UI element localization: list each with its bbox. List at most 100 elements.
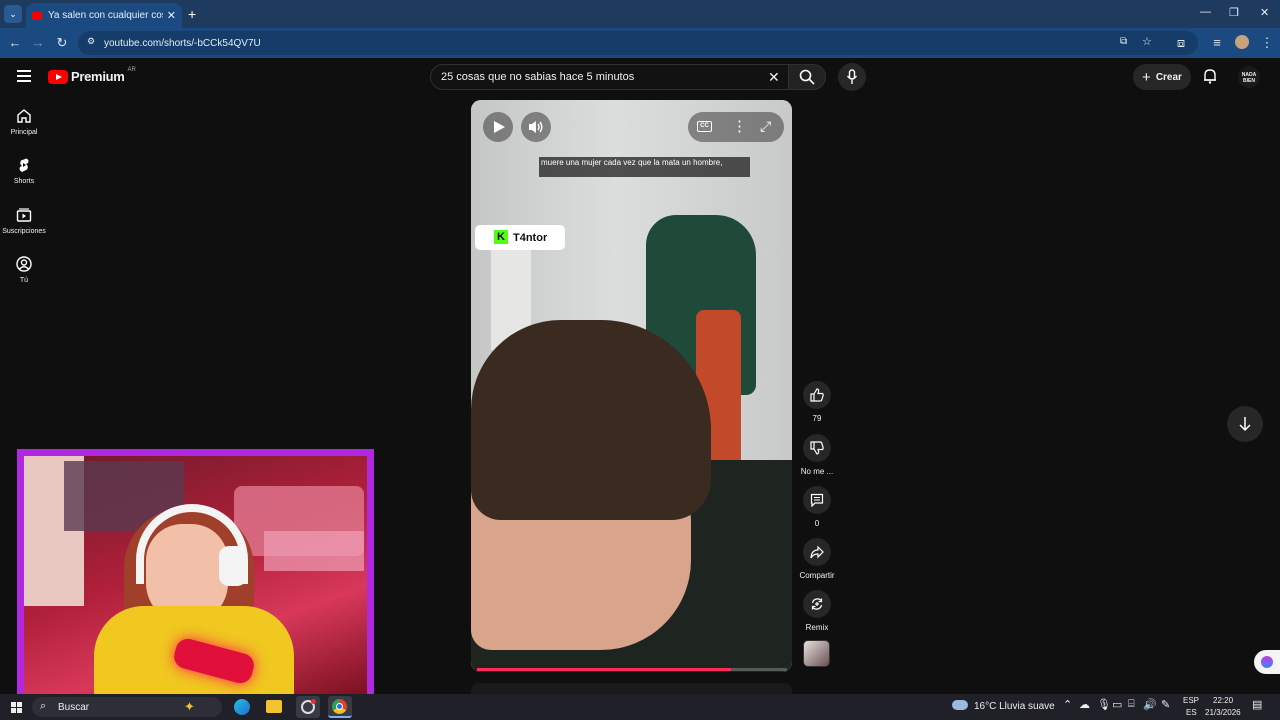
speaker-icon[interactable]: 🔊 <box>1143 698 1157 711</box>
notifications-bell-icon[interactable] <box>1203 68 1217 89</box>
create-button[interactable]: + Crear <box>1133 64 1191 90</box>
restore-icon[interactable]: ❐ <box>1229 6 1239 19</box>
user-icon <box>16 256 32 272</box>
back-icon[interactable]: ← <box>6 34 24 52</box>
account-avatar[interactable]: NADA BIEN <box>1238 66 1260 88</box>
tab-search-icon[interactable]: ⌄ <box>4 5 22 23</box>
video-progress-track[interactable] <box>477 668 787 671</box>
search-input[interactable]: 25 cosas que no sabias hace 5 minutos ✕ <box>430 64 790 90</box>
play-button[interactable] <box>483 112 513 142</box>
install-icon[interactable]: ⧉ <box>1120 36 1127 47</box>
clock-date: 21/3/2026 <box>1205 708 1241 717</box>
premium-brand: Premium <box>71 69 125 84</box>
search-query: 25 cosas que no sabias hace 5 minutos <box>441 71 635 83</box>
notifications-icon[interactable]: ▤ <box>1252 698 1262 711</box>
next-video-peek <box>471 683 792 694</box>
forward-icon[interactable]: → <box>29 34 47 52</box>
obs-app-icon[interactable] <box>296 696 320 718</box>
webcam-overlay <box>17 449 374 702</box>
new-tab-icon[interactable]: + <box>188 6 196 22</box>
kick-logo-icon: K <box>494 230 508 244</box>
display-tray-icon[interactable]: ▭ <box>1112 698 1122 711</box>
comment-count: 0 <box>814 519 820 528</box>
edge-app-icon[interactable] <box>234 699 250 715</box>
sidebar-item-label: Suscripciones <box>2 228 46 235</box>
sidebar-item-principal[interactable]: Principal <box>0 108 48 136</box>
sidebar-item-suscripciones[interactable]: Suscripciones <box>0 207 48 235</box>
chrome-app-icon[interactable] <box>328 696 352 718</box>
youtube-logo[interactable]: Premium AR <box>48 66 136 84</box>
weather-text[interactable]: 16°C Lluvia suave <box>974 701 1055 712</box>
windows-start-icon[interactable] <box>11 702 22 713</box>
home-icon <box>17 109 31 123</box>
site-info-icon[interactable]: ⚙ <box>87 36 95 47</box>
more-options-icon[interactable]: ⋮ <box>732 117 747 135</box>
voice-search-button[interactable] <box>838 63 866 91</box>
remix-label: Remix <box>805 623 829 632</box>
mic-tray-icon[interactable]: 🎙 <box>1097 698 1111 711</box>
clock-time[interactable]: 22:20 <box>1213 696 1233 705</box>
like-button[interactable]: 79 <box>796 381 838 423</box>
remix-button[interactable]: Remix <box>796 590 838 632</box>
shorts-video-player[interactable]: CC ⋮ ⤢ muere una mujer cada vez que la m… <box>471 100 792 672</box>
hamburger-menu-icon[interactable] <box>17 70 31 82</box>
language-top[interactable]: ESP <box>1183 696 1199 705</box>
audio-track-thumbnail[interactable] <box>803 640 830 667</box>
taskbar-search[interactable]: ⌕ Buscar ✦ <box>32 697 222 717</box>
sidebar-item-shorts[interactable]: Shorts <box>0 157 48 185</box>
extension-floating-icon[interactable] <box>1254 650 1280 674</box>
channel-name: T4ntor <box>513 231 548 244</box>
url-text: youtube.com/shorts/-bCCk54QV7U <box>104 37 261 49</box>
close-tab-icon[interactable]: ✕ <box>167 9 176 22</box>
clear-search-icon[interactable]: ✕ <box>768 65 780 89</box>
browser-tab[interactable]: Ya salen con cualquier cosa - YouTube ✕ <box>26 3 182 28</box>
share-button[interactable]: Compartir <box>796 538 838 580</box>
sidebar-item-label: Principal <box>10 129 38 136</box>
profile-avatar[interactable] <box>1235 35 1249 49</box>
subscriptions-icon <box>16 208 32 222</box>
sidebar-item-label: Tú <box>19 277 29 284</box>
kick-channel-chip[interactable]: K T4ntor <box>475 225 565 250</box>
captions-cc-icon[interactable]: CC <box>697 121 712 132</box>
comments-button[interactable]: 0 <box>796 486 838 528</box>
dislike-button[interactable]: No me ... <box>796 434 838 476</box>
windows-taskbar: ⌕ Buscar ✦ 16°C Lluvia suave ⌃ ☁ 🎙 ▭ ⌸ 🔊… <box>0 694 1280 720</box>
chrome-menu-icon[interactable]: ⋮ <box>1258 34 1276 52</box>
network-icon[interactable]: ⌸ <box>1128 698 1135 711</box>
avatar-text: NADA BIEN <box>1241 72 1257 84</box>
browser-toolbar: ← → ↻ ⚙ youtube.com/shorts/-bCCk54QV7U ⧉… <box>0 28 1280 58</box>
create-label: Crear <box>1155 71 1182 83</box>
video-progress-fill <box>477 668 732 671</box>
language-bottom: ES <box>1186 708 1197 717</box>
bookmark-star-icon[interactable]: ☆ <box>1142 35 1152 48</box>
sidebar-item-tu[interactable]: Tú <box>0 256 48 284</box>
volume-button[interactable] <box>521 112 551 142</box>
address-bar[interactable]: ⚙ youtube.com/shorts/-bCCk54QV7U ⧉ ☆ <box>78 31 1198 55</box>
thumbs-down-icon <box>810 441 824 455</box>
pen-icon[interactable]: ✎ <box>1161 698 1170 711</box>
reload-icon[interactable]: ↻ <box>53 34 71 52</box>
volume-icon <box>529 121 543 133</box>
media-control-icon[interactable]: ≡ <box>1208 34 1226 52</box>
close-window-icon[interactable]: ✕ <box>1260 6 1269 19</box>
browser-tab-bar: ⌄ Ya salen con cualquier cosa - YouTube … <box>0 0 1280 28</box>
video-scene <box>471 100 792 672</box>
tray-chevron-icon[interactable]: ⌃ <box>1063 698 1072 711</box>
shorts-icon <box>19 158 29 172</box>
file-explorer-app-icon[interactable] <box>266 700 282 713</box>
plus-icon: + <box>1142 68 1151 86</box>
search-icon: ⌕ <box>40 700 47 712</box>
next-short-button[interactable] <box>1227 406 1263 442</box>
webcam-feed <box>24 456 367 695</box>
copilot-sparkle-icon: ✦ <box>184 699 195 714</box>
fullscreen-icon[interactable]: ⤢ <box>760 118 771 135</box>
microphone-icon <box>846 69 858 84</box>
share-icon <box>810 545 824 559</box>
minimize-icon[interactable]: — <box>1200 6 1211 18</box>
search-button[interactable] <box>788 64 826 90</box>
comment-icon <box>810 493 824 507</box>
subtitle-caption: muere una mujer cada vez que la mata un … <box>539 157 750 177</box>
region-code: AR <box>127 66 136 73</box>
extensions-icon[interactable]: ⧈ <box>1172 34 1190 52</box>
onedrive-icon[interactable]: ☁ <box>1079 698 1090 711</box>
